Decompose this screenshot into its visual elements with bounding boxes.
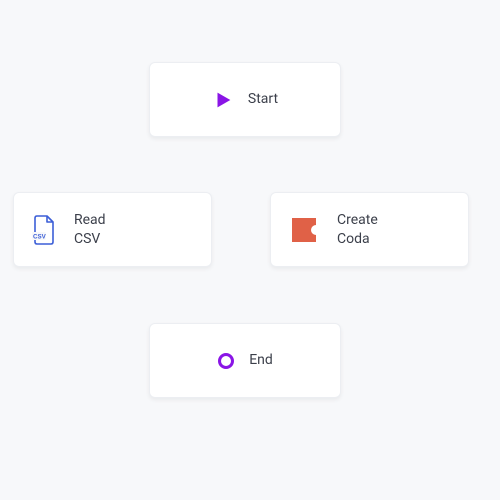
node-create-coda-label: Create Coda bbox=[337, 211, 378, 249]
play-icon bbox=[212, 89, 234, 111]
csv-file-icon: CSV bbox=[32, 215, 56, 245]
node-end[interactable]: End bbox=[149, 323, 341, 398]
svg-text:CSV: CSV bbox=[33, 233, 47, 240]
node-read-csv-label: Read CSV bbox=[74, 211, 106, 249]
node-read-csv[interactable]: CSV Read CSV bbox=[13, 192, 212, 267]
node-start-label: Start bbox=[248, 90, 278, 109]
node-end-label: End bbox=[249, 351, 273, 370]
end-circle-icon bbox=[217, 352, 235, 370]
node-start[interactable]: Start bbox=[149, 62, 341, 137]
coda-icon bbox=[289, 215, 319, 245]
node-create-coda[interactable]: Create Coda bbox=[270, 192, 469, 267]
